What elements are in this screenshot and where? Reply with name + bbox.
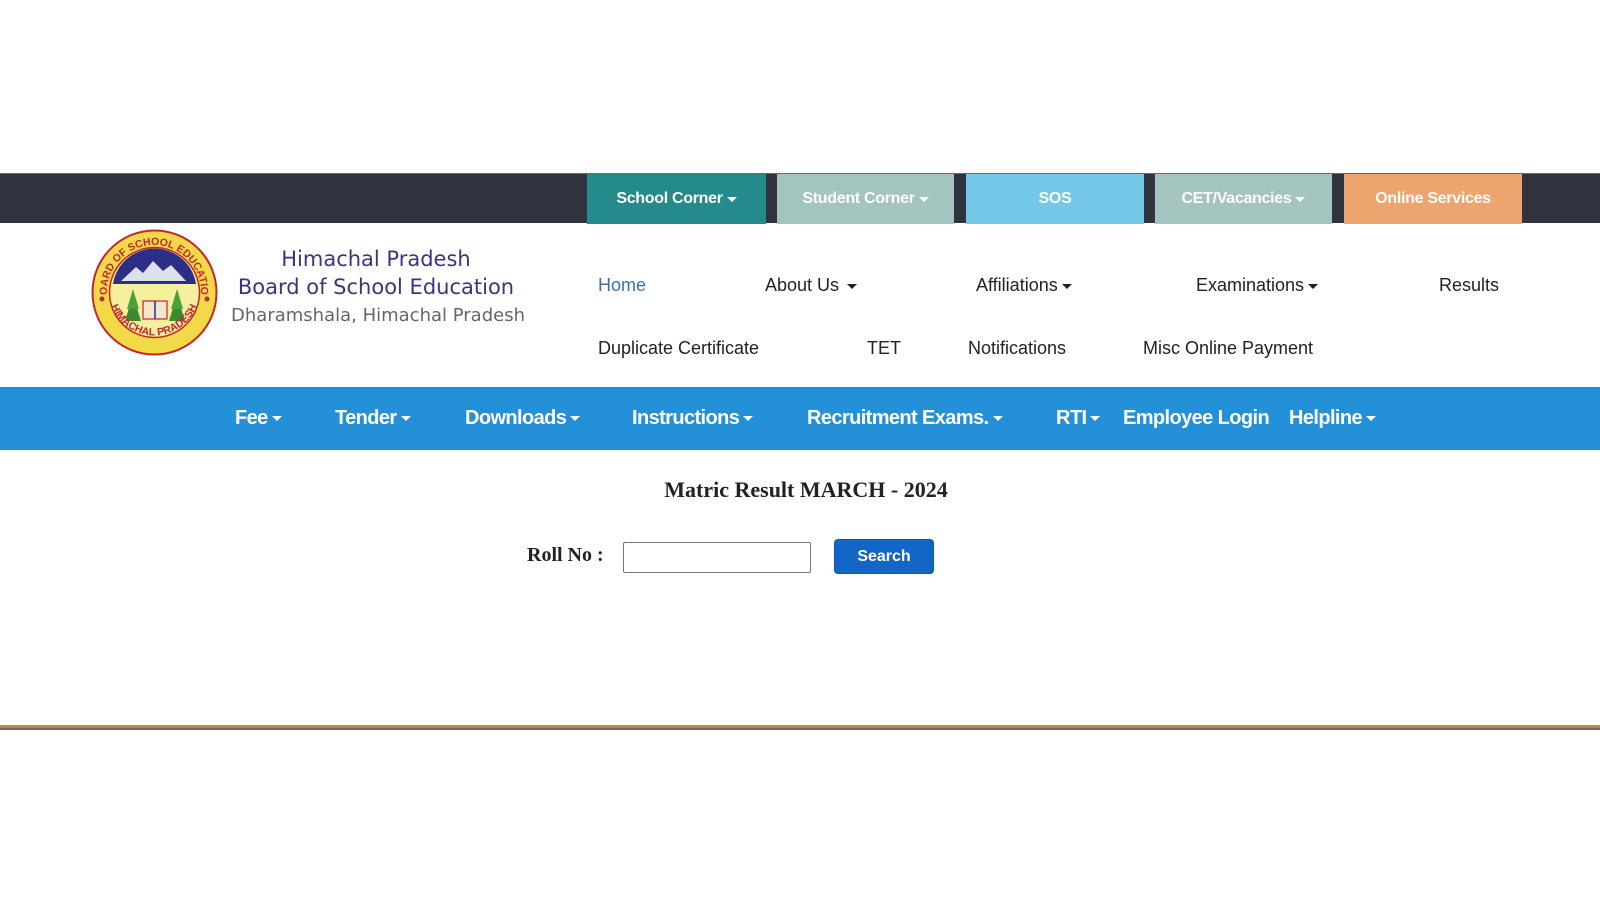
nav-about-us-label: About Us xyxy=(765,275,840,295)
nav-examinations-label: Examinations xyxy=(1196,275,1305,295)
nav-results-label: Results xyxy=(1439,275,1500,295)
cet-vacancies-label: CET/Vacancies xyxy=(1181,190,1292,207)
nav-affiliations-label: Affiliations xyxy=(976,275,1058,295)
student-corner-label: Student Corner xyxy=(802,190,915,207)
nav-misc-online-payment[interactable]: Misc Online Payment xyxy=(1143,338,1313,359)
caret-down-icon xyxy=(1061,283,1072,289)
sos-button[interactable]: SOS xyxy=(966,174,1144,224)
menu-instructions-label: Instructions xyxy=(632,407,740,429)
menu-employee-login-label: Employee Login xyxy=(1123,407,1270,429)
menu-rti[interactable]: RTI xyxy=(1056,387,1101,450)
menu-downloads-label: Downloads xyxy=(465,407,567,429)
nav-home-label: Home xyxy=(598,275,647,295)
menu-helpline-label: Helpline xyxy=(1289,407,1363,429)
caret-down-icon xyxy=(400,416,411,421)
sos-label: SOS xyxy=(1038,190,1072,207)
page-title: Matric Result MARCH - 2024 xyxy=(664,477,948,502)
board-emblem-icon: BOARD OF SCHOOL EDUCATION HIMACHAL PRADE… xyxy=(87,220,218,356)
nav-about-us[interactable]: About Us xyxy=(765,275,858,296)
menu-downloads[interactable]: Downloads xyxy=(465,387,581,450)
nav-misc-online-payment-label: Misc Online Payment xyxy=(1143,338,1314,358)
online-services-label: Online Services xyxy=(1375,190,1491,207)
menu-rti-label: RTI xyxy=(1056,407,1087,429)
menu-tender-label: Tender xyxy=(335,407,397,429)
nav-results[interactable]: Results xyxy=(1439,275,1499,296)
online-services-button[interactable]: Online Services xyxy=(1344,174,1522,224)
menu-recruitment-exams[interactable]: Recruitment Exams. xyxy=(807,387,1003,450)
caret-down-icon xyxy=(1308,283,1319,289)
nav-notifications[interactable]: Notifications xyxy=(968,338,1066,359)
menu-helpline[interactable]: Helpline xyxy=(1289,387,1376,450)
caret-down-icon xyxy=(918,196,929,202)
brand-line-3: Dharamshala, Himachal Pradesh xyxy=(231,305,525,326)
caret-down-icon xyxy=(743,416,754,421)
caret-down-icon xyxy=(1295,196,1306,202)
caret-down-icon xyxy=(847,283,858,289)
menu-recruitment-exams-label: Recruitment Exams. xyxy=(807,407,989,429)
nav-tet[interactable]: TET xyxy=(867,338,901,359)
nav-notifications-label: Notifications xyxy=(968,338,1067,358)
menu-instructions[interactable]: Instructions xyxy=(632,387,754,450)
secondary-nav-bar: Fee Tender Downloads Instructions Recrui… xyxy=(0,387,1600,450)
school-corner-button[interactable]: School Corner xyxy=(587,174,766,224)
nav-tet-label: TET xyxy=(867,338,901,358)
caret-down-icon xyxy=(1366,416,1376,421)
caret-down-icon xyxy=(570,416,581,421)
brand-line-2: Board of School Education xyxy=(237,275,515,299)
brand-title: Himachal Pradesh Board of School Educati… xyxy=(226,245,526,331)
caret-down-icon xyxy=(992,416,1003,421)
brand-line-1: Himachal Pradesh xyxy=(281,247,471,271)
nav-duplicate-certificate-label: Duplicate Certificate xyxy=(598,338,760,358)
search-button[interactable]: Search xyxy=(834,539,934,574)
menu-employee-login[interactable]: Employee Login xyxy=(1123,387,1270,450)
caret-down-icon xyxy=(1090,416,1101,421)
nav-examinations[interactable]: Examinations xyxy=(1196,275,1319,296)
caret-down-icon xyxy=(271,416,282,421)
cet-vacancies-button[interactable]: CET/Vacancies xyxy=(1155,174,1332,224)
board-logo[interactable]: BOARD OF SCHOOL EDUCATION HIMACHAL PRADE… xyxy=(87,220,218,356)
school-corner-label: School Corner xyxy=(616,190,723,207)
roll-no-label: Roll No : xyxy=(527,544,604,566)
roll-no-input[interactable] xyxy=(623,542,811,573)
top-bar: School Corner Student Corner SOS CET/Vac… xyxy=(0,173,1600,224)
student-corner-button[interactable]: Student Corner xyxy=(777,174,954,224)
menu-tender[interactable]: Tender xyxy=(335,387,411,450)
nav-home[interactable]: Home xyxy=(598,275,646,296)
nav-duplicate-certificate[interactable]: Duplicate Certificate xyxy=(598,338,759,359)
menu-fee[interactable]: Fee xyxy=(235,387,282,450)
caret-down-icon xyxy=(726,196,737,202)
footer-divider xyxy=(0,725,1600,730)
menu-fee-label: Fee xyxy=(235,407,268,429)
nav-affiliations[interactable]: Affiliations xyxy=(976,275,1072,296)
